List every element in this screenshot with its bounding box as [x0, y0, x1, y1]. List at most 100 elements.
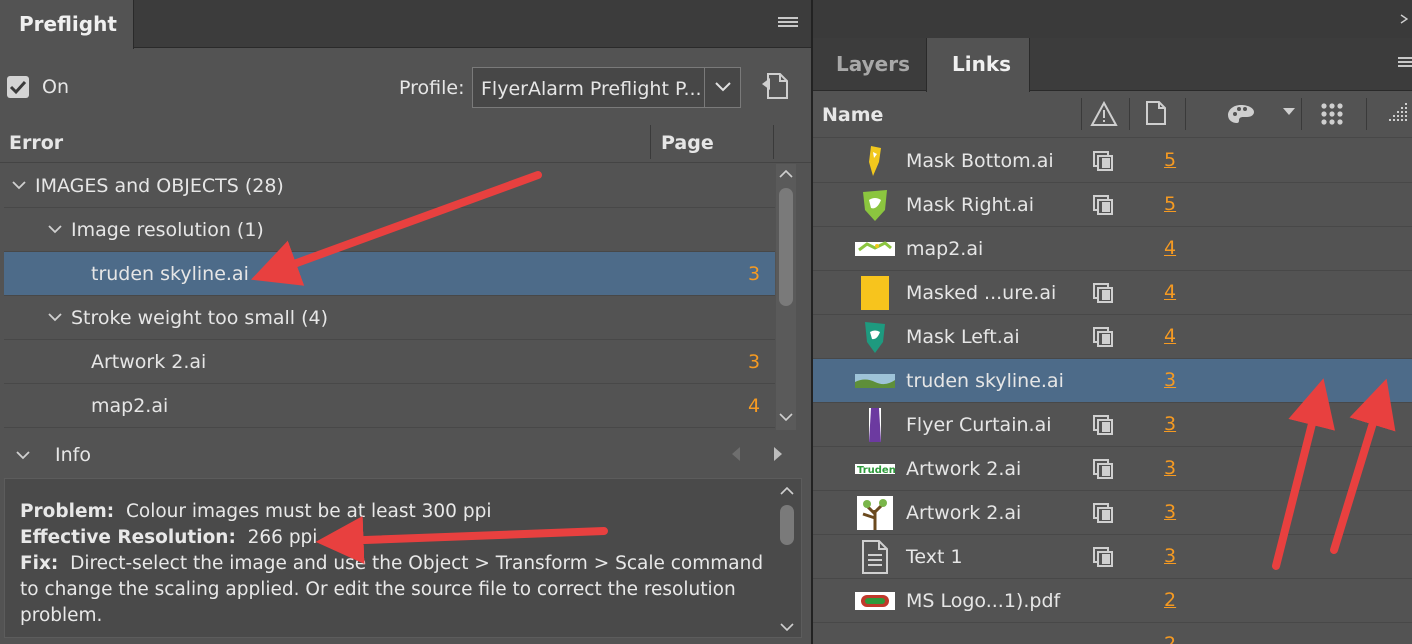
link-row[interactable]: map2.ai 4 [813, 227, 1412, 271]
link-thumbnail: Truden [855, 452, 896, 486]
chevron-down-icon[interactable] [48, 313, 62, 322]
embedded-icon [1091, 413, 1117, 444]
link-thumbnail [855, 584, 895, 618]
scroll-up-icon[interactable] [780, 487, 794, 495]
page-column-icon[interactable] [1145, 100, 1167, 126]
link-page-number[interactable]: 3 [1164, 545, 1176, 567]
link-page-number[interactable]: 3 [1164, 369, 1176, 391]
info-scrollbar[interactable] [777, 483, 797, 635]
tab-preflight[interactable]: Preflight [0, 0, 134, 49]
link-page-number[interactable]: 5 [1164, 193, 1176, 215]
error-group-row[interactable]: IMAGES and OBJECTS (28) [4, 164, 775, 208]
preflight-tab-bar: Preflight [0, 0, 811, 49]
link-name: truden skyline.ai [906, 370, 1064, 392]
link-row[interactable]: Truden Artwork 2.ai 3 [813, 447, 1412, 491]
error-item-row[interactable]: truden skyline.ai 3 [4, 252, 775, 296]
link-thumbnail [855, 144, 895, 178]
scrollbar-thumb[interactable] [779, 188, 793, 306]
link-name: Artwork 2.ai [906, 458, 1022, 480]
embedded-icon [1091, 501, 1117, 532]
panel-menu-icon[interactable] [778, 17, 798, 31]
previous-icon[interactable] [731, 446, 741, 462]
link-row[interactable]: Mask Left.ai 4 [813, 315, 1412, 359]
link-row[interactable]: truden skyline.ai 3 [813, 359, 1412, 403]
link-row[interactable]: MS Logo...1).pdf 2 [813, 579, 1412, 623]
link-page-number[interactable]: 2 [1164, 633, 1176, 644]
scroll-down-icon[interactable] [780, 623, 794, 631]
link-thumbnail [855, 232, 895, 266]
error-group-label: IMAGES and OBJECTS (28) [35, 175, 284, 197]
links-panel: Layers Links Name Mask Bottom.ai 5 Mask … [813, 0, 1412, 644]
link-row[interactable]: Masked ...ure.ai 4 [813, 271, 1412, 315]
error-item-row[interactable]: map2.ai 4 [4, 384, 775, 428]
chevron-down-icon[interactable] [704, 68, 740, 107]
scrollbar-thumb[interactable] [780, 505, 794, 545]
info-box: Problem: Colour images must be at least … [4, 478, 802, 638]
on-checkbox[interactable] [7, 76, 29, 98]
on-label: On [42, 76, 69, 98]
link-page-number[interactable]: 3 [1164, 501, 1176, 523]
embedded-icon [1091, 457, 1117, 488]
link-page-number[interactable]: 4 [1164, 281, 1176, 303]
error-item-label: map2.ai [91, 395, 169, 417]
link-thumbnail [855, 540, 895, 574]
link-page-number[interactable]: 3 [1164, 413, 1176, 435]
chevron-down-icon[interactable] [48, 225, 62, 234]
link-page-number[interactable]: 3 [1164, 457, 1176, 479]
link-row[interactable]: 2 [813, 623, 1412, 644]
link-page-number[interactable]: 5 [1164, 149, 1176, 171]
error-category-label: Image resolution (1) [71, 219, 264, 241]
link-row[interactable]: Flyer Curtain.ai 3 [813, 403, 1412, 447]
link-thumbnail [855, 496, 895, 530]
halftone-icon[interactable] [1385, 102, 1409, 126]
error-item-label: truden skyline.ai [91, 263, 249, 285]
palette-icon[interactable] [1227, 103, 1255, 125]
profile-dropdown[interactable]: FlyerAlarm Preflight P... [472, 67, 741, 108]
tab-layers[interactable]: Layers [813, 38, 926, 91]
info-text: Problem: Colour images must be at least … [20, 499, 772, 629]
link-page-number[interactable]: 4 [1164, 237, 1176, 259]
error-category-row[interactable]: Stroke weight too small (4) [4, 296, 775, 340]
link-name: Mask Right.ai [906, 194, 1034, 216]
link-name: map2.ai [906, 238, 984, 260]
page-column-header[interactable]: Page [661, 132, 714, 154]
error-item-row[interactable]: Artwork 2.ai 3 [4, 340, 775, 384]
profile-value: FlyerAlarm Preflight P... [481, 78, 701, 100]
define-profiles-icon[interactable] [760, 70, 792, 102]
chevron-down-icon[interactable] [12, 181, 26, 190]
name-column-header[interactable]: Name [822, 104, 883, 126]
link-row[interactable]: Mask Right.ai 5 [813, 183, 1412, 227]
link-name: Artwork 2.ai [906, 502, 1022, 524]
panel-menu-icon[interactable] [1398, 57, 1412, 71]
link-name: MS Logo...1).pdf [906, 590, 1061, 612]
embedded-icon [1091, 193, 1117, 224]
collapse-icon[interactable] [1400, 14, 1408, 24]
links-table-header: Name [813, 92, 1412, 138]
error-category-row[interactable]: Image resolution (1) [4, 208, 775, 252]
link-row[interactable]: Artwork 2.ai 3 [813, 491, 1412, 535]
scroll-up-icon[interactable] [779, 170, 793, 178]
error-item-page: 3 [748, 263, 761, 285]
error-list-scrollbar[interactable] [776, 164, 796, 430]
error-column-header[interactable]: Error [9, 132, 63, 154]
next-icon[interactable] [773, 446, 783, 462]
link-row[interactable]: Mask Bottom.ai 5 [813, 139, 1412, 183]
problem-text: Colour images must be at least 300 ppi [125, 501, 492, 522]
caret-down-icon[interactable] [1283, 108, 1295, 116]
error-list: IMAGES and OBJECTS (28) Image resolution… [4, 164, 775, 430]
info-label: Info [55, 444, 91, 466]
embedded-icon [1091, 281, 1117, 312]
resolution-label: Effective Resolution: [20, 527, 236, 548]
grid-dots-icon[interactable] [1320, 102, 1344, 126]
tab-links[interactable]: Links [926, 38, 1030, 92]
warning-column-icon[interactable] [1090, 101, 1118, 127]
link-page-number[interactable]: 4 [1164, 325, 1176, 347]
error-item-page: 3 [748, 351, 761, 373]
info-section-header: Info [0, 432, 811, 476]
panel-top-bar [813, 0, 1412, 38]
link-row[interactable]: Text 1 3 [813, 535, 1412, 579]
scroll-down-icon[interactable] [779, 413, 793, 421]
chevron-down-icon[interactable] [16, 451, 30, 460]
link-page-number[interactable]: 2 [1164, 589, 1176, 611]
link-name: Flyer Curtain.ai [906, 414, 1052, 436]
